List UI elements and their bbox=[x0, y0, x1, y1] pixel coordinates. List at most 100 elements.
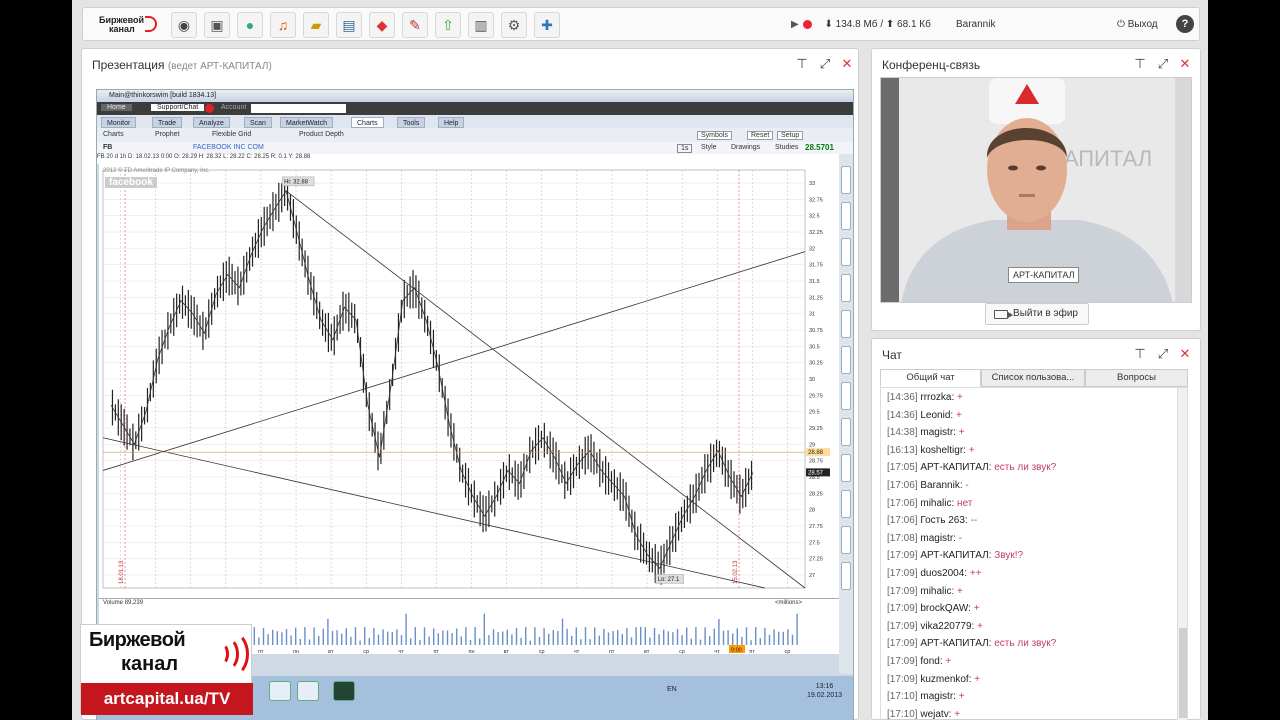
taskbar-language[interactable]: EN bbox=[667, 686, 677, 693]
tos-sidebar-button[interactable] bbox=[841, 382, 851, 410]
tos-symbol[interactable]: FB bbox=[103, 144, 112, 151]
go-live-button[interactable]: Выйти в эфир bbox=[985, 303, 1089, 325]
chat-message-author[interactable]: АРТ-КАПИТАЛ: bbox=[920, 462, 994, 473]
app-logo[interactable]: Биржевой канал bbox=[95, 13, 159, 35]
minimize-icon[interactable]: ⊤ bbox=[1133, 56, 1147, 72]
tos-sidebar-button[interactable] bbox=[841, 562, 851, 590]
chat-message-author[interactable]: Гость 263: bbox=[920, 515, 970, 526]
chat-message-author[interactable]: vika220779: bbox=[920, 621, 977, 632]
tos-subtab-charts[interactable]: Charts bbox=[103, 131, 124, 138]
volume-bar bbox=[663, 629, 665, 645]
volume-bar bbox=[626, 628, 628, 645]
tos-tab-trade[interactable]: Trade bbox=[152, 117, 183, 128]
presentation-icon[interactable]: ▣ bbox=[204, 12, 230, 38]
record-icon[interactable] bbox=[802, 19, 812, 29]
chat-message-author[interactable]: fond: bbox=[920, 656, 945, 667]
tos-symbols-button[interactable]: Symbols bbox=[697, 131, 732, 140]
tos-sidebar-button[interactable] bbox=[841, 238, 851, 266]
tos-tab-scan[interactable]: Scan bbox=[244, 117, 272, 128]
cube-icon[interactable]: ◆ bbox=[369, 12, 395, 38]
taskbar-chart-icon[interactable] bbox=[333, 681, 355, 701]
tos-sidebar-button[interactable] bbox=[841, 454, 851, 482]
chat-message-author[interactable]: duos2004: bbox=[920, 568, 970, 579]
tos-sidebar-button[interactable] bbox=[841, 274, 851, 302]
close-icon[interactable]: ✕ bbox=[1178, 346, 1192, 362]
expand-icon[interactable]: ⤢ bbox=[1156, 56, 1170, 72]
tab-user-list[interactable]: Список пользова... bbox=[981, 369, 1085, 387]
price-chart[interactable]: 33 32.75 32.5 32.25 32 31.75 31.5 31.25 31 30.75 3… bbox=[99, 164, 839, 644]
chat-message-author[interactable]: mihalic: bbox=[920, 586, 957, 597]
gear-icon[interactable]: ⚙ bbox=[501, 12, 527, 38]
chat-message-author[interactable]: kosheltigr: bbox=[920, 445, 968, 456]
tos-tab-marketwatch[interactable]: MarketWatch bbox=[280, 117, 333, 128]
taskbar-search-icon[interactable] bbox=[269, 681, 291, 701]
tos-tab-help[interactable]: Help bbox=[438, 117, 465, 128]
tos-account-input[interactable] bbox=[251, 104, 346, 113]
tos-sidebar-button[interactable] bbox=[841, 202, 851, 230]
layout-icon[interactable]: ▥ bbox=[468, 12, 494, 38]
help-button[interactable]: ? bbox=[1176, 15, 1194, 33]
chat-message-author[interactable]: АРТ-КАПИТАЛ: bbox=[920, 638, 994, 649]
price-chart-svg[interactable]: 33 32.75 32.5 32.25 32 31.75 31.5 31.25 31 30.75 3… bbox=[99, 164, 839, 598]
tos-drawings-button[interactable]: Drawings bbox=[731, 144, 760, 151]
chat-message-author[interactable]: kuzmenkof: bbox=[920, 674, 974, 685]
play-icon[interactable]: ▶ bbox=[791, 19, 799, 30]
close-icon[interactable]: ✕ bbox=[840, 56, 854, 72]
brand-url[interactable]: artcapital.ua/TV bbox=[81, 683, 253, 715]
expand-icon[interactable]: ⤢ bbox=[818, 56, 832, 72]
tos-subtab-flexible-grid[interactable]: Flexible Grid bbox=[212, 131, 251, 138]
tos-subtab-product-depth[interactable]: Product Depth bbox=[299, 131, 344, 138]
chat-bubble-icon[interactable]: ● bbox=[237, 12, 263, 38]
media-icon[interactable]: ♫ bbox=[270, 12, 296, 38]
minimize-icon[interactable]: ⊤ bbox=[795, 56, 809, 72]
add-user-icon[interactable]: ✚ bbox=[534, 12, 560, 38]
tos-subtab-prophet[interactable]: Prophet bbox=[155, 131, 180, 138]
chat-scroll-thumb[interactable] bbox=[1179, 628, 1187, 718]
chat-message-time: [17:06] bbox=[887, 480, 921, 491]
tos-setup-button[interactable]: Setup bbox=[777, 131, 804, 140]
chat-scrollbar[interactable] bbox=[1177, 388, 1187, 720]
notes-icon[interactable]: ✎ bbox=[402, 12, 428, 38]
tos-timeframe[interactable]: 1s bbox=[677, 144, 693, 153]
document-icon[interactable]: ▤ bbox=[336, 12, 362, 38]
tos-style-button[interactable]: Style bbox=[701, 144, 717, 151]
expand-icon[interactable]: ⤢ bbox=[1156, 346, 1170, 362]
upload-icon[interactable]: ⇧ bbox=[435, 12, 461, 38]
tos-sidebar-button[interactable] bbox=[841, 490, 851, 518]
tos-home-button[interactable]: Home bbox=[101, 104, 132, 111]
tos-studies-button[interactable]: Studies bbox=[775, 144, 798, 151]
chat-message-author[interactable]: rrrozka: bbox=[920, 392, 957, 403]
minimize-icon[interactable]: ⊤ bbox=[1133, 346, 1147, 362]
tos-tab-analyze[interactable]: Analyze bbox=[193, 117, 230, 128]
tos-sidebar-button[interactable] bbox=[841, 346, 851, 374]
tos-alert-icon[interactable] bbox=[205, 104, 214, 113]
webcam-icon[interactable]: ◉ bbox=[171, 12, 197, 38]
chat-message-author[interactable]: magistr: bbox=[920, 533, 958, 544]
chat-message-author[interactable]: brockQAW: bbox=[920, 603, 973, 614]
chat-message-author[interactable]: magistr: bbox=[920, 427, 958, 438]
tos-reset-button[interactable]: Reset bbox=[747, 131, 774, 140]
close-icon[interactable]: ✕ bbox=[1178, 56, 1192, 72]
chat-message-author[interactable]: wejatv: bbox=[920, 709, 954, 720]
chat-message-author[interactable]: mihalic: bbox=[920, 498, 957, 509]
current-user[interactable]: Barannik bbox=[956, 19, 995, 30]
exit-button[interactable]: ⏻ Выход bbox=[1117, 19, 1158, 30]
tos-tab-charts[interactable]: Charts bbox=[351, 117, 384, 128]
folder-icon[interactable]: ▰ bbox=[303, 12, 329, 38]
taskbar-app-icon[interactable] bbox=[297, 681, 319, 701]
chat-message-author[interactable]: Leonid: bbox=[920, 410, 956, 421]
chat-message-author[interactable]: Barannik: bbox=[920, 480, 965, 491]
chat-message-author[interactable]: АРТ-КАПИТАЛ: bbox=[920, 550, 994, 561]
tos-tab-monitor[interactable]: Monitor bbox=[101, 117, 137, 128]
volume-bar bbox=[304, 627, 306, 645]
tab-questions[interactable]: Вопросы bbox=[1085, 369, 1188, 387]
chat-message-author[interactable]: magistr: bbox=[920, 691, 958, 702]
tos-sidebar-button[interactable] bbox=[841, 526, 851, 554]
tos-tab-tools[interactable]: Tools bbox=[397, 117, 426, 128]
volume-bar bbox=[313, 627, 315, 645]
tos-sidebar-button[interactable] bbox=[841, 310, 851, 338]
tos-sidebar-button[interactable] bbox=[841, 166, 851, 194]
tab-general-chat[interactable]: Общий чат bbox=[880, 369, 981, 387]
tos-support-button[interactable]: Support/Chat bbox=[151, 104, 205, 111]
tos-sidebar-button[interactable] bbox=[841, 418, 851, 446]
